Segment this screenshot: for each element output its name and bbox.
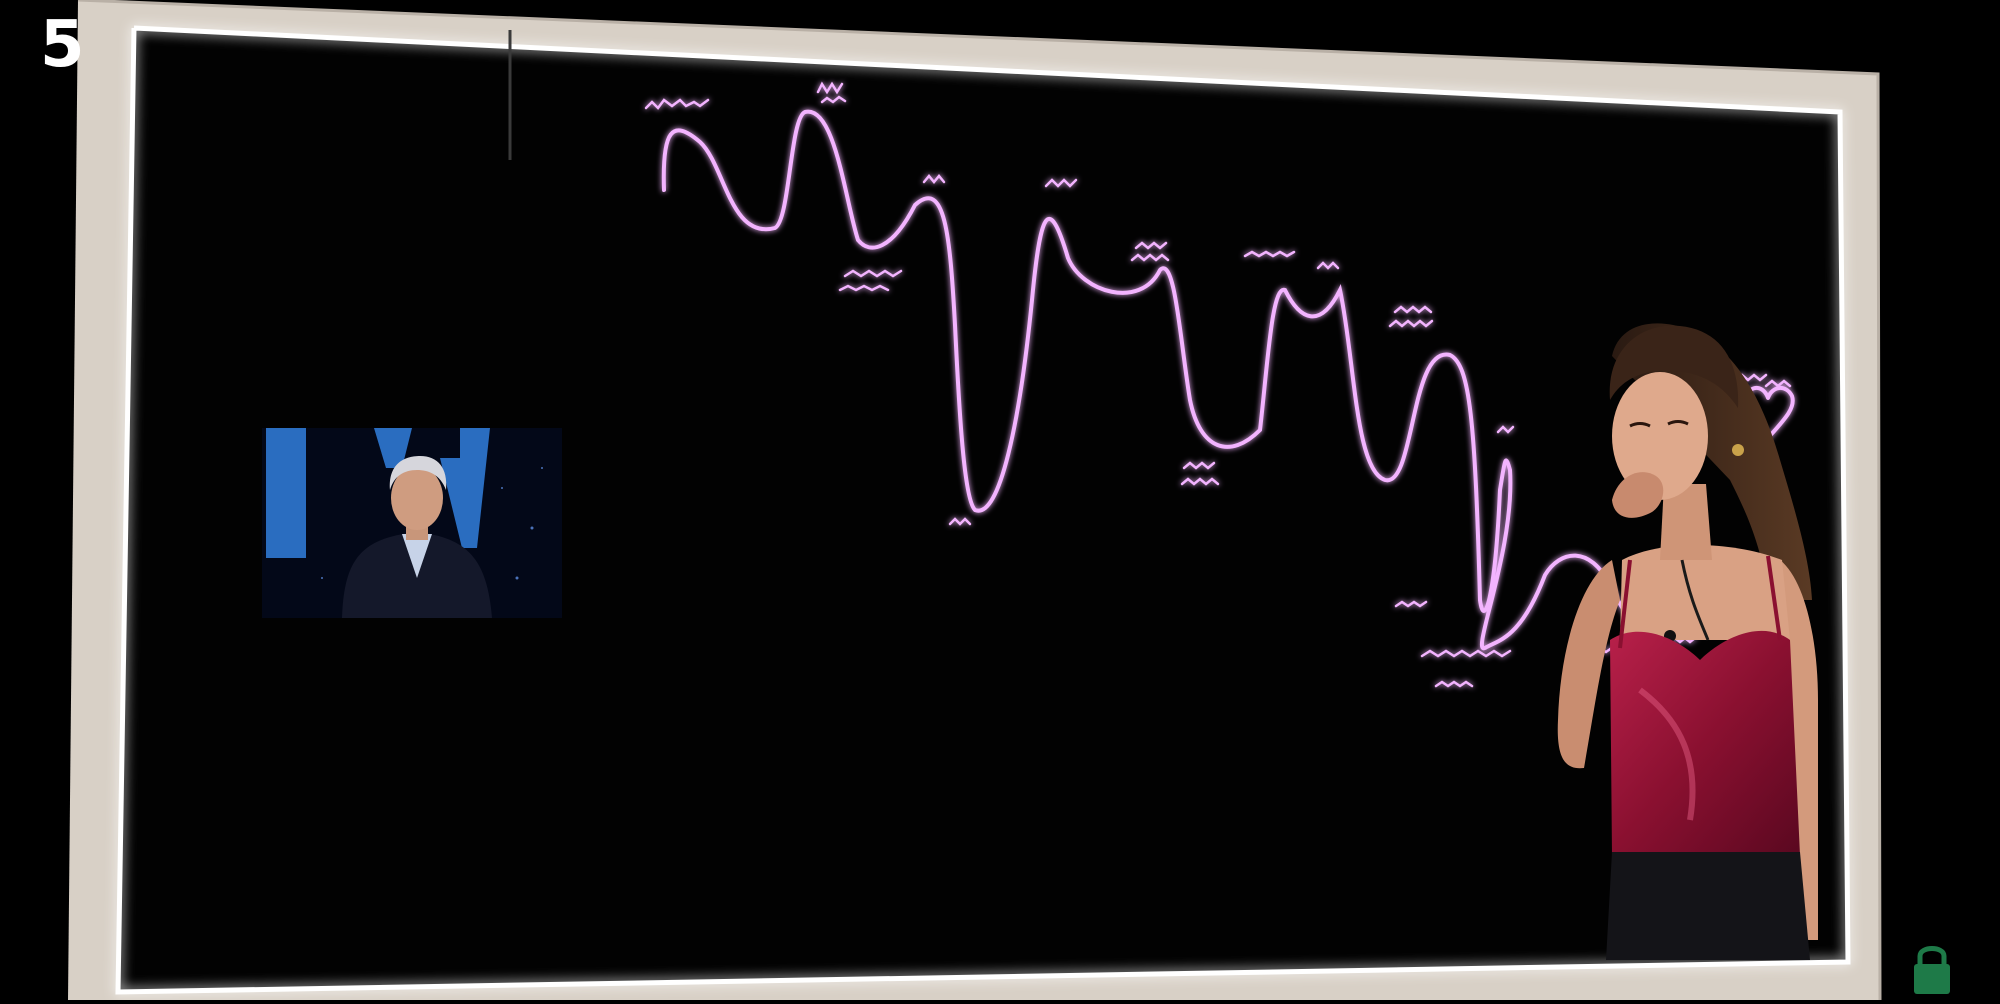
video-inset xyxy=(262,428,562,618)
inset-blue-shape xyxy=(266,428,306,558)
presenter-skirt xyxy=(1606,852,1810,960)
lock-icon xyxy=(1910,940,1954,996)
broadcast-frame: 5 xyxy=(0,0,2000,1001)
inset-scene xyxy=(262,428,562,618)
presenter-earring xyxy=(1732,444,1744,456)
presenter-dress xyxy=(1610,630,1800,855)
channel-logo: 5 xyxy=(40,10,100,80)
channel-logo-text: 5 xyxy=(40,8,85,82)
